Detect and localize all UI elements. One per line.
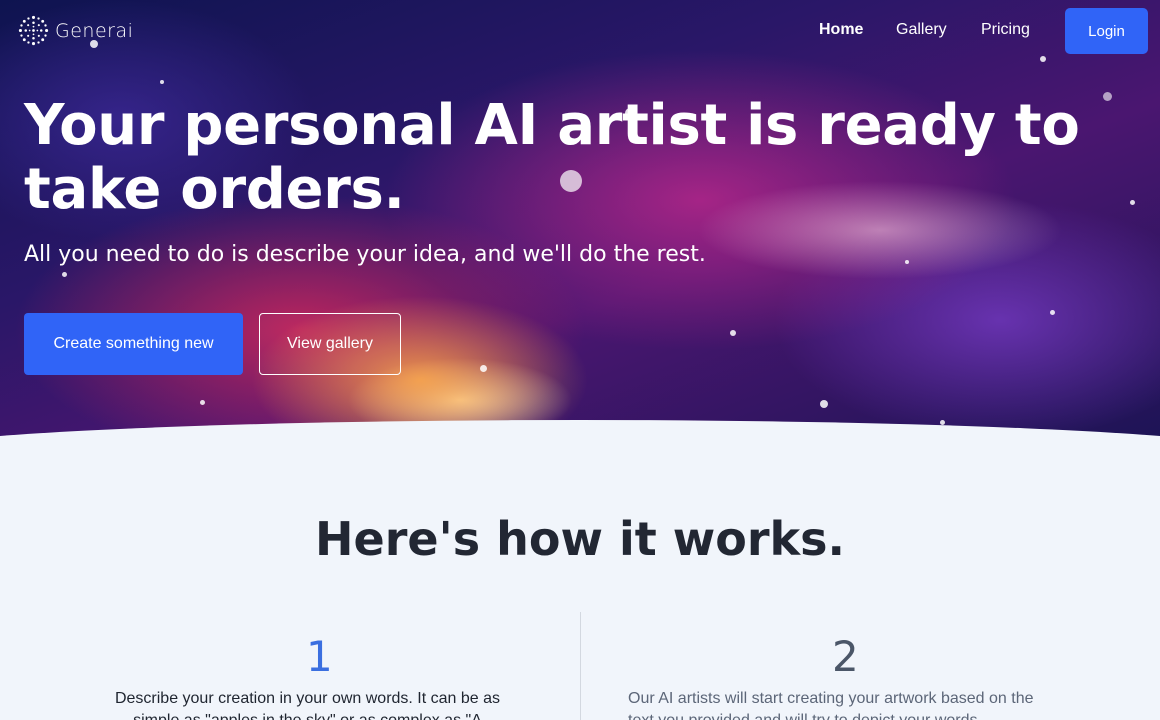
brand-name: Generai <box>55 19 134 42</box>
nav-link-gallery[interactable]: Gallery <box>896 21 947 39</box>
login-button[interactable]: Login <box>1065 8 1148 54</box>
how-it-works-title: Here's how it works. <box>315 512 845 566</box>
step-2-description: Our AI artists will start creating your … <box>628 690 1034 720</box>
step-1-number: 1 <box>306 632 333 681</box>
view-gallery-button[interactable]: View gallery <box>259 313 401 375</box>
nav-link-pricing[interactable]: Pricing <box>981 21 1030 39</box>
step-2-number: 2 <box>832 632 859 681</box>
step-1-description: Describe your creation in your own words… <box>114 690 501 720</box>
hero-subheadline: All you need to do is describe your idea… <box>24 242 706 267</box>
top-navbar: Generai Home Gallery Pricing Login <box>0 0 1160 62</box>
hero-headline: Your personal AI artist is ready to take… <box>24 93 1080 222</box>
create-something-new-button[interactable]: Create something new <box>24 313 243 375</box>
hero-background <box>0 0 1160 450</box>
steps-divider <box>580 612 581 720</box>
brand-logo[interactable]: Generai <box>18 15 133 46</box>
brand-logo-icon <box>18 15 49 46</box>
hero-curve-divider <box>0 420 1160 450</box>
nav-link-home[interactable]: Home <box>819 21 863 39</box>
